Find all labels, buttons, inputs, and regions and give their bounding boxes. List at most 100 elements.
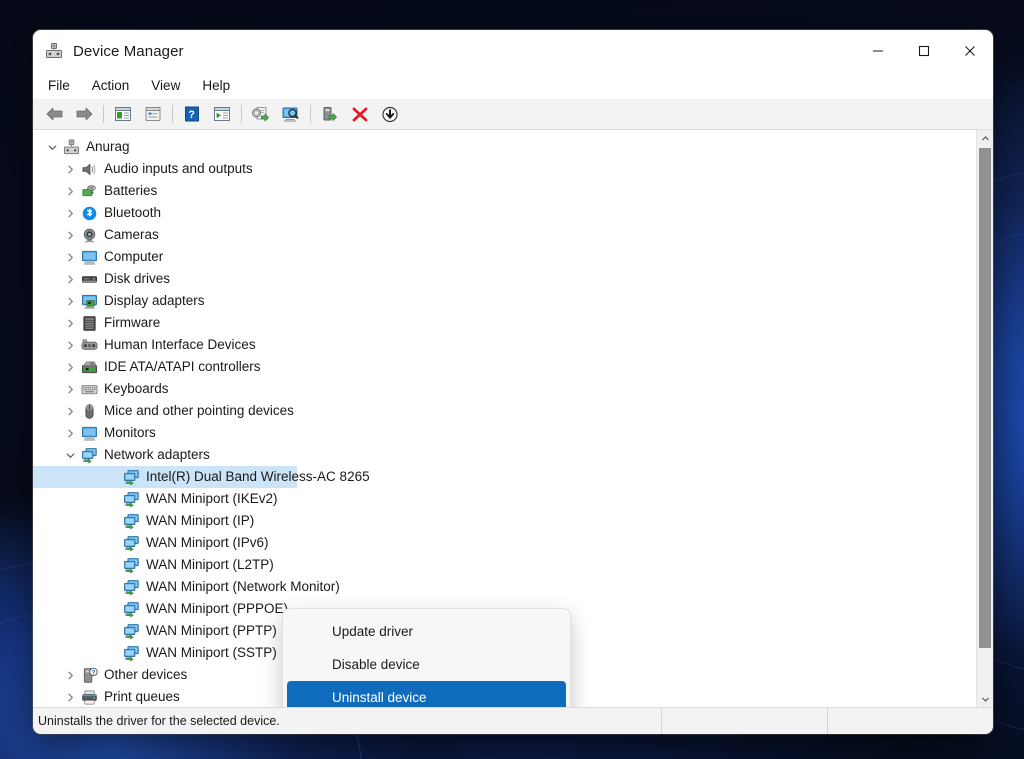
- tree-node-label: WAN Miniport (L2TP): [146, 557, 274, 573]
- tree-node[interactable]: Batteries: [33, 180, 976, 202]
- tree-node-label: Disk drives: [104, 271, 171, 287]
- toolbar-separator: [103, 105, 104, 123]
- show-hide-action-pane-icon[interactable]: [207, 101, 237, 127]
- uninstall-device-icon[interactable]: [345, 101, 375, 127]
- disable-device-icon[interactable]: [375, 101, 405, 127]
- monitor-icon: [79, 248, 99, 266]
- context-menu-item-update-driver[interactable]: Update driver: [287, 615, 566, 648]
- tree-node-label: Network adapters: [104, 447, 210, 463]
- tree-node[interactable]: Network adapters: [33, 444, 976, 466]
- tree-node[interactable]: Keyboards: [33, 378, 976, 400]
- tree-node-label: Display adapters: [104, 293, 205, 309]
- tree-node[interactable]: Cameras: [33, 224, 976, 246]
- context-menu[interactable]: Update driver Disable device Uninstall dev…: [282, 608, 571, 707]
- disk-drive-icon: [79, 270, 99, 288]
- mouse-icon: [79, 402, 99, 420]
- update-driver-icon[interactable]: [246, 101, 276, 127]
- network-adapter-icon: [121, 468, 141, 486]
- menu-item-help[interactable]: Help: [191, 75, 241, 96]
- chevron-right-icon[interactable]: [61, 407, 79, 416]
- chevron-right-icon[interactable]: [61, 187, 79, 196]
- tree-node[interactable]: Monitors: [33, 422, 976, 444]
- tree-node[interactable]: WAN Miniport (L2TP): [33, 554, 976, 576]
- maximize-icon[interactable]: [901, 30, 947, 72]
- back-arrow-icon[interactable]: [39, 101, 69, 127]
- device-manager-icon: [45, 42, 63, 60]
- chevron-right-icon[interactable]: [61, 429, 79, 438]
- network-adapter-icon: [121, 556, 141, 574]
- minimize-icon[interactable]: [855, 30, 901, 72]
- status-segment: [661, 708, 827, 734]
- chevron-down-icon[interactable]: [61, 451, 79, 460]
- chevron-right-icon[interactable]: [61, 341, 79, 350]
- tree-node-label: Firmware: [104, 315, 161, 331]
- tree-node[interactable]: Firmware: [33, 312, 976, 334]
- properties-icon[interactable]: [138, 101, 168, 127]
- show-hide-console-tree-icon[interactable]: [108, 101, 138, 127]
- tree-node[interactable]: WAN Miniport (Network Monitor): [33, 576, 976, 598]
- close-icon[interactable]: [947, 30, 993, 72]
- tree-node-label: WAN Miniport (PPTP): [146, 623, 277, 639]
- tree-node[interactable]: Audio inputs and outputs: [33, 158, 976, 180]
- forward-arrow-icon[interactable]: [69, 101, 99, 127]
- tree-node[interactable]: Computer: [33, 246, 976, 268]
- enable-device-icon[interactable]: [315, 101, 345, 127]
- chevron-right-icon[interactable]: [61, 319, 79, 328]
- tree-node[interactable]: Human Interface Devices: [33, 334, 976, 356]
- context-menu-item-disable-device[interactable]: Disable device: [287, 648, 566, 681]
- tree-node-root[interactable]: Anurag: [33, 136, 976, 158]
- help-icon[interactable]: ?: [177, 101, 207, 127]
- menu-item-view[interactable]: View: [140, 75, 191, 96]
- network-adapter-icon: [121, 644, 141, 662]
- chevron-right-icon[interactable]: [61, 165, 79, 174]
- scrollbar-thumb[interactable]: [979, 148, 991, 648]
- tree-node[interactable]: WAN Miniport (IPv6): [33, 532, 976, 554]
- chevron-right-icon[interactable]: [61, 693, 79, 702]
- svg-text:?: ?: [91, 669, 95, 676]
- chevron-right-icon[interactable]: [61, 253, 79, 262]
- tree-node[interactable]: WAN Miniport (IKEv2): [33, 488, 976, 510]
- tree-node[interactable]: IDE ATA/ATAPI controllers: [33, 356, 976, 378]
- network-adapter-icon: [121, 578, 141, 596]
- chevron-down-icon[interactable]: [43, 143, 61, 152]
- tree-node-label: Other devices: [104, 667, 188, 683]
- menu-item-action[interactable]: Action: [81, 75, 141, 96]
- chevron-right-icon[interactable]: [61, 275, 79, 284]
- svg-text:?: ?: [188, 109, 195, 121]
- tree-node[interactable]: Display adapters: [33, 290, 976, 312]
- tree-node[interactable]: Bluetooth: [33, 202, 976, 224]
- tree-node-label: Bluetooth: [104, 205, 162, 221]
- chevron-right-icon[interactable]: [61, 297, 79, 306]
- context-menu-item-uninstall-device[interactable]: Uninstall device: [287, 681, 566, 707]
- scroll-down-icon[interactable]: [977, 691, 993, 707]
- tree-node-label: WAN Miniport (IKEv2): [146, 491, 278, 507]
- tree-node[interactable]: Disk drives: [33, 268, 976, 290]
- menu-item-file[interactable]: File: [37, 75, 81, 96]
- other-devices-icon: ?: [79, 666, 99, 684]
- network-adapter-icon: [79, 446, 99, 464]
- tree-node[interactable]: Mice and other pointing devices: [33, 400, 976, 422]
- status-segment: [827, 708, 993, 734]
- speaker-icon: [79, 160, 99, 178]
- toolbar: ?: [33, 99, 993, 130]
- chevron-right-icon[interactable]: [61, 671, 79, 680]
- tree-node[interactable]: Intel(R) Dual Band Wireless-AC 8265: [33, 466, 976, 488]
- chevron-right-icon[interactable]: [61, 209, 79, 218]
- chevron-right-icon[interactable]: [61, 231, 79, 240]
- network-adapter-icon: [121, 600, 141, 618]
- tree-node-label: WAN Miniport (Network Monitor): [146, 579, 340, 595]
- chevron-right-icon[interactable]: [61, 363, 79, 372]
- tree-node-label: Keyboards: [104, 381, 169, 397]
- vertical-scrollbar[interactable]: [976, 130, 993, 707]
- scroll-up-icon[interactable]: [977, 130, 993, 146]
- scan-for-hardware-changes-icon[interactable]: [276, 101, 306, 127]
- camera-icon: [79, 226, 99, 244]
- tree-node[interactable]: WAN Miniport (IP): [33, 510, 976, 532]
- chevron-right-icon[interactable]: [61, 385, 79, 394]
- toolbar-separator: [241, 105, 242, 123]
- caption-buttons: [855, 30, 993, 72]
- content-area: Anurag Audio inputs and outputs Batterie…: [33, 130, 993, 707]
- tree-node-label: Audio inputs and outputs: [104, 161, 253, 177]
- network-adapter-icon: [121, 622, 141, 640]
- tree-node-label: WAN Miniport (PPPOE): [146, 601, 289, 617]
